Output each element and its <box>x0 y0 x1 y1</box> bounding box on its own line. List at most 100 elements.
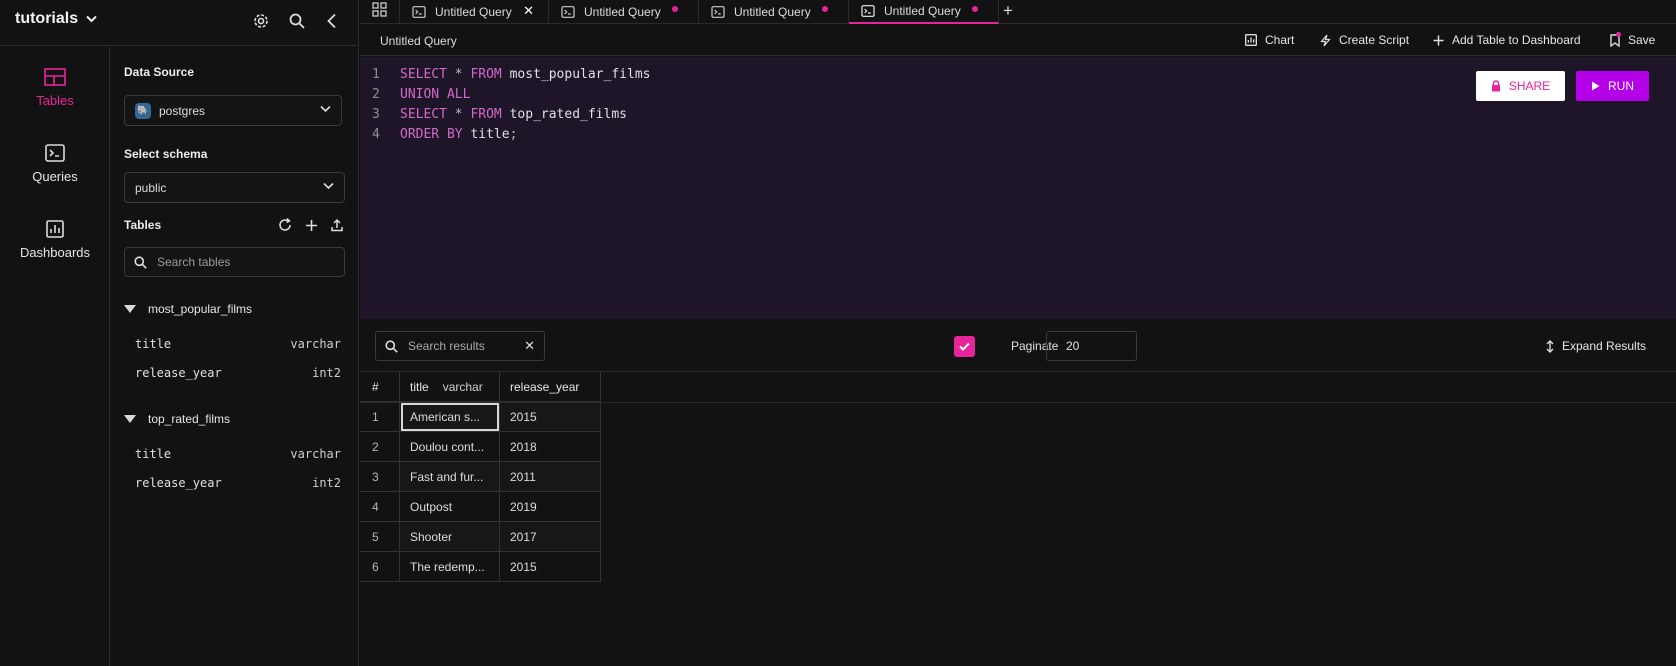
create-script-button[interactable]: Create Script <box>1320 33 1409 47</box>
code-line[interactable]: 2 UNION ALL <box>360 87 470 107</box>
refresh-icon[interactable] <box>276 216 294 234</box>
tab-query-1[interactable]: Untitled Query ✕ <box>399 0 549 24</box>
code-token: UNION ALL <box>400 87 471 102</box>
table-row: 4 Outpost 2019 <box>360 492 601 522</box>
code-token: * <box>446 67 471 82</box>
lightning-icon <box>1320 34 1331 46</box>
cell-release-year[interactable]: 2015 <box>500 402 601 432</box>
cell-release-year[interactable]: 2019 <box>500 492 601 522</box>
code-line[interactable]: 4 ORDER BY title; <box>360 127 517 147</box>
code-text: SELECT * FROM top_rated_films <box>400 107 627 127</box>
cell-title[interactable]: Fast and fur... <box>400 462 500 492</box>
page-size-input[interactable]: 20 <box>1046 331 1137 361</box>
cell-release-year[interactable]: 2011 <box>500 462 601 492</box>
caret-down-icon <box>124 415 136 423</box>
tree-table-most-popular-films[interactable]: most_popular_films <box>124 302 252 316</box>
search-icon[interactable] <box>286 10 308 32</box>
schema-label: Select schema <box>124 147 208 161</box>
results-search-input[interactable]: Search results ✕ <box>375 331 545 361</box>
terminal-icon <box>45 144 65 162</box>
settings-icon[interactable] <box>250 10 272 32</box>
query-tab-bar: Untitled Query ✕ Untitled Query Untitled… <box>360 0 1676 24</box>
table-row: 5 Shooter 2017 <box>360 522 601 552</box>
cell-title[interactable]: The redemp... <box>400 552 500 582</box>
code-token: SELECT <box>400 67 447 82</box>
code-text: SELECT * FROM most_popular_films <box>400 67 650 87</box>
cell-title[interactable]: Outpost <box>400 492 500 522</box>
new-tab-button[interactable]: + <box>1003 1 1013 21</box>
upload-icon[interactable] <box>328 216 346 234</box>
tree-table-top-rated-films[interactable]: top_rated_films <box>124 412 230 426</box>
grid-view-icon[interactable] <box>372 2 387 20</box>
search-icon <box>385 339 398 353</box>
line-number: 3 <box>372 107 380 122</box>
nav-rail: Tables Queries Dashboards <box>0 47 110 666</box>
close-icon[interactable]: ✕ <box>523 3 534 19</box>
code-token: ORDER BY <box>400 127 463 142</box>
save-button[interactable]: Save <box>1610 31 1655 47</box>
layout-table-icon <box>44 68 66 86</box>
cell-release-year[interactable]: 2017 <box>500 522 601 552</box>
run-label: RUN <box>1608 79 1634 93</box>
table-column[interactable]: release_year int2 <box>135 476 341 490</box>
tab-query-3[interactable]: Untitled Query <box>699 0 849 24</box>
cell-title[interactable]: Shooter <box>400 522 500 552</box>
chart-label: Chart <box>1265 33 1295 47</box>
cell-release-year[interactable]: 2015 <box>500 552 601 582</box>
add-to-dashboard-label: Add Table to Dashboard <box>1452 33 1581 47</box>
column-header-title[interactable]: title varchar <box>400 372 500 402</box>
table-column[interactable]: release_year int2 <box>135 366 341 380</box>
table-search-input[interactable]: Search tables <box>124 247 345 277</box>
add-table-to-dashboard-button[interactable]: Add Table to Dashboard <box>1433 33 1581 47</box>
code-line[interactable]: 3 SELECT * FROM top_rated_films <box>360 107 627 127</box>
workspace-switcher[interactable]: tutorials <box>15 10 97 28</box>
column-type: int2 <box>312 366 341 380</box>
lock-icon <box>1491 80 1500 92</box>
share-button[interactable]: SHARE <box>1476 71 1565 101</box>
collapse-sidebar-icon[interactable] <box>321 10 343 32</box>
paginate-checkbox[interactable] <box>954 336 975 357</box>
results-search-placeholder: Search results <box>408 339 485 353</box>
rail-item-queries[interactable]: Queries <box>0 144 110 184</box>
column-name: title <box>135 337 172 351</box>
table-column[interactable]: title varchar <box>135 337 341 351</box>
column-header-release-year[interactable]: release_year <box>500 372 601 402</box>
code-line[interactable]: 1 SELECT * FROM most_popular_films <box>360 67 650 87</box>
rail-item-label: Dashboards <box>19 245 91 260</box>
tables-label: Tables <box>124 218 162 232</box>
share-label: SHARE <box>1508 79 1551 93</box>
cell-title[interactable]: Doulou cont... <box>400 432 500 462</box>
table-name: most_popular_films <box>148 302 253 316</box>
tab-label: Untitled Query <box>884 4 961 18</box>
schema-select[interactable]: public <box>124 172 345 203</box>
sql-editor[interactable]: 1 SELECT * FROM most_popular_films 2 UNION … <box>360 57 1676 319</box>
data-source-select[interactable]: 🐘 postgres <box>124 95 342 126</box>
query-name[interactable]: Untitled Query <box>380 34 457 48</box>
table-column[interactable]: title varchar <box>135 447 341 461</box>
line-number: 2 <box>372 87 380 102</box>
rail-item-dashboards[interactable]: Dashboards <box>0 220 110 260</box>
plus-icon <box>1433 35 1444 45</box>
create-script-label: Create Script <box>1339 33 1410 47</box>
tab-query-2[interactable]: Untitled Query <box>549 0 699 24</box>
postgres-logo-icon: 🐘 <box>135 102 151 119</box>
code-token: FROM <box>470 107 502 122</box>
column-name: title <box>135 447 172 461</box>
chart-button[interactable]: Chart <box>1245 33 1294 47</box>
table-row: 2 Doulou cont... 2018 <box>360 432 601 462</box>
column-header-type: varchar <box>442 379 483 394</box>
cell-title[interactable]: American s... <box>400 402 500 432</box>
run-button[interactable]: RUN <box>1576 71 1649 101</box>
bar-chart-icon <box>46 220 64 238</box>
clear-search-icon[interactable]: ✕ <box>524 338 535 354</box>
tab-label: Untitled Query <box>584 5 661 19</box>
table-row: 6 The redemp... 2015 <box>360 552 601 582</box>
cell-release-year[interactable]: 2018 <box>500 432 601 462</box>
expand-results-button[interactable]: Expand Results <box>1546 339 1646 353</box>
tab-query-4-active[interactable]: Untitled Query <box>849 0 999 24</box>
code-token: * <box>446 107 471 122</box>
add-table-icon[interactable] <box>302 216 320 234</box>
column-type: int2 <box>312 476 341 490</box>
workspace-title: tutorials <box>15 10 79 27</box>
rail-item-tables[interactable]: Tables <box>0 68 110 108</box>
